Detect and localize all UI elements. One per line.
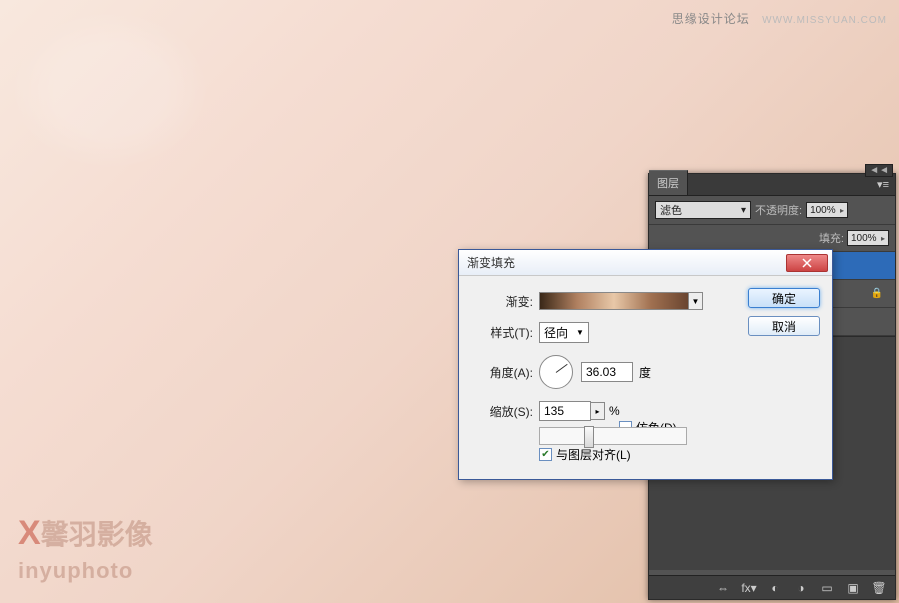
gradient-label: 渐变: <box>471 293 533 310</box>
opacity-label: 不透明度: <box>755 202 802 218</box>
close-button[interactable] <box>786 254 828 272</box>
link-layers-icon[interactable]: ⇔ <box>715 580 731 596</box>
scale-label: 缩放(S): <box>471 403 533 420</box>
panel-menu-icon[interactable]: ▾≡ <box>871 178 895 191</box>
adjustment-icon[interactable]: ◑ <box>793 580 809 596</box>
panel-tabs: 图层 ▾≡ <box>649 174 895 196</box>
blend-mode-value: 滤色 <box>660 202 682 218</box>
panel-collapse-icon[interactable]: ◄◄ <box>865 164 893 177</box>
bg-architecture <box>10 10 210 170</box>
scale-stepper-icon[interactable]: ▸ <box>591 402 605 420</box>
gradient-dropdown-icon[interactable]: ▼ <box>689 292 703 310</box>
watermark-url: WWW.MISSYUAN.COM <box>762 15 887 26</box>
angle-label: 角度(A): <box>471 364 533 381</box>
align-checkbox[interactable]: ✔ <box>539 448 552 461</box>
watermark-x: X <box>18 514 41 552</box>
watermark-sub: inyuphoto <box>18 558 133 583</box>
lock-fill-row: 填充: 100% <box>649 225 895 252</box>
panel-footer: ⇔ fx▾ ◐ ◑ ▭ ▣ 🗑 <box>649 575 895 599</box>
fill-label: 填充: <box>819 230 844 246</box>
watermark-cn: 思缘设计论坛 <box>672 12 750 26</box>
watermark-main: 馨羽影像 <box>41 519 153 550</box>
opacity-input[interactable]: 100% <box>806 202 848 218</box>
fx-icon[interactable]: fx▾ <box>741 580 757 596</box>
bottom-watermark: X馨羽影像 inyuphoto <box>18 513 153 585</box>
cancel-button[interactable]: 取消 <box>748 316 820 336</box>
blend-mode-select[interactable]: 滤色 <box>655 201 751 219</box>
scale-input[interactable] <box>539 401 591 421</box>
mask-icon[interactable]: ◐ <box>767 580 783 596</box>
scale-row: 缩放(S): ▸ % <box>471 401 820 421</box>
dialog-titlebar[interactable]: 渐变填充 <box>459 250 832 276</box>
top-watermark: 思缘设计论坛 WWW.MISSYUAN.COM <box>672 10 887 27</box>
dialog-title: 渐变填充 <box>467 254 786 271</box>
close-icon <box>802 258 812 268</box>
tab-layers[interactable]: 图层 <box>649 170 688 195</box>
dialog-button-column: 确定 取消 <box>748 288 820 336</box>
gradient-fill-dialog: 渐变填充 确定 取消 渐变: ▼ 样式(T): 径向 角度(A): 度 缩 <box>458 249 833 480</box>
angle-dial[interactable] <box>539 355 573 389</box>
dialog-body: 确定 取消 渐变: ▼ 样式(T): 径向 角度(A): 度 缩放(S): ▸ … <box>459 276 832 479</box>
align-row: ✔ 与图层对齐(L) <box>539 446 820 463</box>
scale-unit: % <box>609 404 620 418</box>
new-layer-icon[interactable]: ▣ <box>845 580 861 596</box>
angle-unit: 度 <box>639 364 651 381</box>
style-select[interactable]: 径向 <box>539 322 589 343</box>
gradient-preview[interactable] <box>539 292 689 310</box>
folder-icon[interactable]: ▭ <box>819 580 835 596</box>
opacity-value: 100% <box>810 205 836 216</box>
fill-value: 100% <box>851 233 877 244</box>
fill-input[interactable]: 100% <box>847 230 889 246</box>
style-value: 径向 <box>544 324 568 341</box>
style-label: 样式(T): <box>471 324 533 341</box>
angle-row: 角度(A): 度 <box>471 355 820 389</box>
align-label: 与图层对齐(L) <box>556 446 631 463</box>
angle-input[interactable] <box>581 362 633 382</box>
scale-slider[interactable] <box>539 427 687 445</box>
ok-button[interactable]: 确定 <box>748 288 820 308</box>
blend-opacity-row: 滤色 不透明度: 100% <box>649 196 895 225</box>
slider-thumb[interactable] <box>584 426 594 448</box>
trash-icon[interactable]: 🗑 <box>871 580 887 596</box>
lock-icon: 🔒 <box>871 288 891 299</box>
